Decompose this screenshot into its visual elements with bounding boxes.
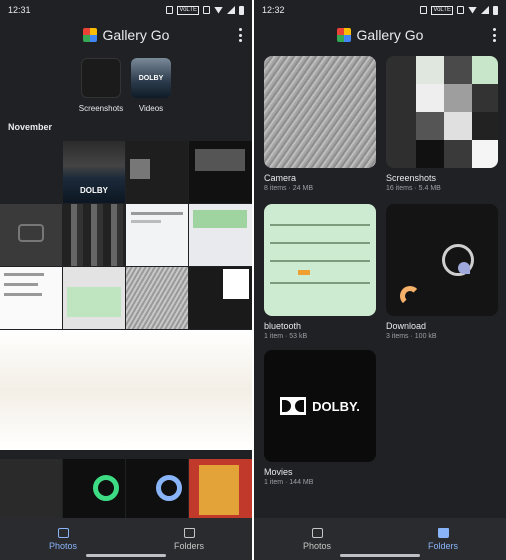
folder-icon (437, 527, 449, 538)
app-title: Gallery Go (102, 27, 170, 43)
app-bar: Gallery Go (0, 22, 252, 48)
folder-thumbnail (386, 56, 498, 168)
nav-label: Folders (427, 540, 458, 551)
photo-thumbnail[interactable] (126, 204, 188, 266)
vibrate-icon (203, 6, 210, 14)
folder-meta: 8 items · 24 MB (264, 185, 314, 192)
status-bar: 12:31 VoLTE (0, 0, 252, 20)
photos-screen: 12:31 VoLTE Gallery Go Screenshots DOLBY… (0, 0, 252, 560)
status-time: 12:32 (262, 5, 285, 15)
folder-meta: 16 items · 5.4 MB (386, 185, 441, 192)
folder-thumbnail (264, 204, 376, 316)
nav-label: Folders (173, 540, 204, 551)
alarm-icon (420, 6, 428, 14)
gesture-handle[interactable] (86, 554, 166, 557)
photo-thumbnail[interactable] (63, 459, 125, 521)
folder-meta: 1 item · 53 kB (264, 333, 308, 340)
battery-icon (493, 5, 498, 15)
photo-thumbnail[interactable] (0, 330, 252, 450)
folder-name: Screenshots (386, 173, 437, 183)
folder-meta: 3 items · 100 kB (386, 333, 437, 340)
photo-thumbnail[interactable] (63, 267, 125, 329)
album-screenshots[interactable]: Screenshots (79, 58, 123, 113)
photo-thumbnail[interactable] (189, 204, 252, 266)
folder-thumbnail: DOLBY. (264, 350, 376, 462)
photo-thumbnail[interactable] (189, 267, 252, 329)
gesture-handle[interactable] (340, 554, 420, 557)
folders-screen: 12:32 VoLTE Gallery Go Camera 8 items · … (254, 0, 506, 560)
dolby-logo-icon (280, 397, 307, 415)
photo-thumbnail[interactable] (0, 267, 62, 329)
photo-thumbnail[interactable] (0, 459, 62, 521)
photo-thumbnail[interactable] (0, 141, 62, 203)
folder-name: Movies (264, 467, 293, 477)
photo-thumbnail[interactable]: DOLBY (63, 141, 125, 203)
more-options-icon[interactable] (239, 28, 242, 42)
photo-thumbnail[interactable] (126, 141, 188, 203)
folder-screenshots[interactable]: Screenshots 16 items · 5.4 MB (386, 56, 498, 192)
photo-thumbnail[interactable] (189, 141, 252, 203)
album-label: Videos (138, 104, 164, 113)
battery-icon (239, 5, 244, 15)
status-time: 12:31 (8, 5, 31, 15)
folder-bluetooth[interactable]: bluetooth 1 item · 53 kB (264, 204, 376, 340)
nav-label: Photos (48, 540, 78, 551)
folder-thumbnail (386, 204, 498, 316)
more-options-icon[interactable] (493, 28, 496, 42)
signal-icon (481, 6, 489, 14)
folder-download[interactable]: Download 3 items · 100 kB (386, 204, 498, 340)
signal-icon (227, 6, 235, 14)
album-thumbnail (81, 58, 121, 98)
volte-icon: VoLTE (431, 5, 453, 15)
folder-movies[interactable]: DOLBY. Movies 1 item · 144 MB (264, 350, 376, 486)
photos-icon (311, 527, 323, 538)
photos-icon (57, 527, 69, 538)
app-bar: Gallery Go (254, 22, 506, 48)
album-row: Screenshots DOLBY Videos (79, 58, 172, 113)
wifi-icon (214, 6, 223, 14)
app-title: Gallery Go (356, 27, 424, 43)
folder-name: Camera (264, 173, 297, 183)
photo-thumbnail[interactable] (189, 459, 252, 521)
album-videos[interactable]: DOLBY Videos (130, 58, 172, 113)
folder-icon (183, 527, 195, 538)
status-bar: 12:32 VoLTE (254, 0, 506, 20)
folder-name: Download (386, 321, 427, 331)
gallery-go-logo-icon (336, 28, 351, 42)
folder-thumbnail (264, 56, 376, 168)
photo-thumbnail[interactable] (0, 204, 62, 266)
section-header: November (8, 122, 53, 132)
wifi-icon (468, 6, 477, 14)
album-thumbnail: DOLBY (131, 58, 171, 98)
folder-camera[interactable]: Camera 8 items · 24 MB (264, 56, 376, 192)
album-label: Screenshots (78, 104, 124, 113)
dolby-wordmark: DOLBY. (312, 398, 360, 414)
folder-name: bluetooth (264, 321, 302, 331)
gallery-go-logo-icon (82, 28, 97, 42)
photo-thumbnail[interactable] (63, 204, 125, 266)
nav-label: Photos (302, 540, 332, 551)
volte-icon: VoLTE (177, 5, 199, 15)
photo-thumbnail[interactable] (126, 459, 188, 521)
folder-meta: 1 item · 144 MB (264, 479, 314, 486)
vibrate-icon (457, 6, 464, 14)
alarm-icon (166, 6, 174, 14)
photo-thumbnail[interactable] (126, 267, 188, 329)
